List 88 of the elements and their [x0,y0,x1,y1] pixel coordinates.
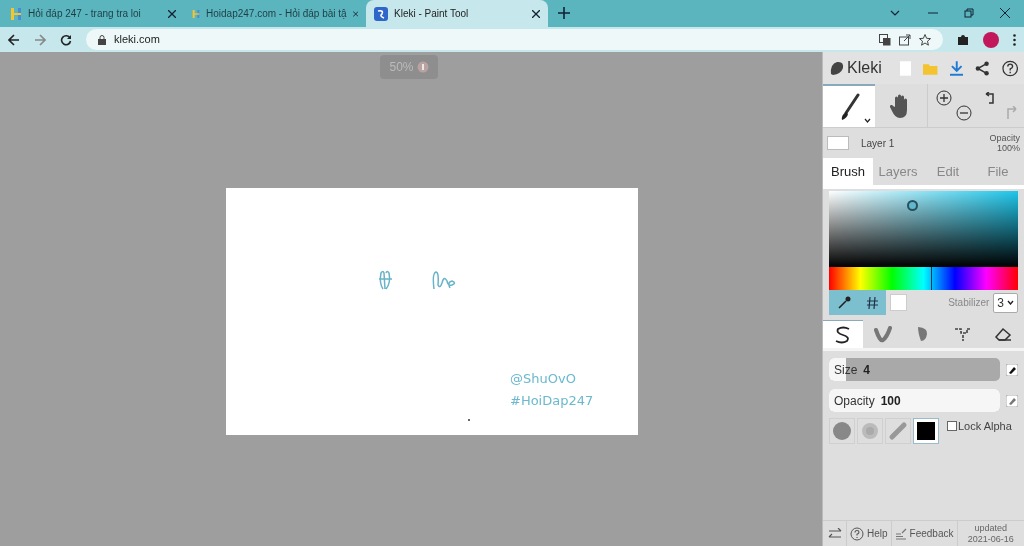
caret-icon [1007,300,1014,305]
swap-icon [827,527,842,540]
tool-button[interactable] [823,84,875,127]
new-tab-icon [558,7,570,19]
caret-icon [864,118,871,123]
zoom-out-icon [956,105,972,121]
slider-label: Size [834,361,858,379]
new-page-icon [899,60,912,76]
reload-icon [60,33,72,46]
brush-button[interactable] [823,320,863,348]
tab-title: Hoidap247.com - Hỏi đáp bài tậ [206,7,347,21]
panel-tab[interactable]: Brush [823,158,873,185]
slider-track[interactable]: Opacity 100 [829,389,1000,412]
slider-track[interactable]: Size 4 [829,358,1000,381]
scribble-drawing [432,269,458,291]
opacity-value: 100% [996,143,1020,153]
translate-icon [879,33,891,46]
close-icon [168,9,176,18]
url-text: kleki.com [114,32,160,48]
hue-marker[interactable] [931,267,933,290]
folder-icon [923,61,938,75]
address-bar[interactable]: kleki.com [86,29,943,50]
profile-avatar[interactable] [983,31,999,48]
more-icon [1013,33,1016,46]
canvas-text: #HoiDap247 [510,392,594,410]
chevron-down-icon [890,10,900,16]
hue-slider[interactable] [829,267,1018,290]
logo-text: Kleki [847,58,882,78]
opacity-label: Opacity [989,133,1020,143]
pen-pressure-icon [1006,394,1018,407]
slider-label: Opacity [834,392,875,410]
minimize-icon [928,12,938,14]
checkbox-label: Lock Alpha [958,419,1012,434]
picker-handle[interactable] [907,200,918,211]
color-swatch[interactable] [890,294,907,311]
slider-value: 100 [880,392,901,410]
circle-tip-icon [832,421,852,441]
logo-icon [374,6,388,21]
close-icon [352,9,358,18]
browser-tab[interactable]: Hoidap247.com - Hỏi đáp bài tậ [184,0,366,27]
back-icon [8,33,20,46]
forward-icon [34,33,46,46]
canvas-text: @ShuOvO [510,370,576,388]
layer-name: Layer 1 [861,136,896,151]
lock-icon [98,34,106,45]
eyedropper-icon [837,295,851,310]
site-icon [10,6,22,21]
close-icon [1000,8,1010,18]
tab-title: Kleki - Paint Tool [394,7,470,21]
download-icon [949,60,964,76]
help-icon [1001,59,1018,77]
share-icon [899,33,911,46]
layer-thumbnail[interactable] [827,136,849,150]
zoom-in-icon [936,90,952,106]
updated-date: 2021-06-16 [967,533,1014,545]
help-button[interactable]: Help [847,521,892,546]
tip-button[interactable] [913,418,939,444]
share-icon [975,60,990,76]
scribble-drawing [377,269,395,291]
blend-brush-icon [874,325,892,343]
soft-tip-icon [860,421,880,441]
pen-pressure-icon [1006,363,1018,376]
color-gradient[interactable] [829,191,1018,267]
feedback-button[interactable]: Feedback [891,521,958,546]
logo-icon [829,60,845,76]
slider-value: 4 [863,361,871,379]
hash-icon [867,296,878,309]
pen-stroke-icon [834,325,852,344]
stabilizer-select[interactable]: 3 [993,292,1018,313]
help-label: Help [867,527,888,541]
help-icon [850,526,864,541]
tab-title: Hỏi đáp 247 - trang tra loi [28,7,142,21]
checkbox[interactable] [947,421,957,432]
feedback-label: Feedback [909,527,954,541]
square-tip-icon [917,422,935,440]
restore-icon [964,8,974,18]
feedback-icon [894,527,907,540]
close-icon [532,9,540,18]
browser-tab[interactable]: Hỏi đáp 247 - trang tra loi [2,0,184,27]
stabilizer-value: 3 [997,294,1004,312]
color-tools[interactable] [829,290,886,315]
stroke-tip-icon [888,421,908,441]
browser-tab[interactable]: Kleki - Paint Tool [366,0,548,27]
stabilizer-label: Stabilizer [948,296,990,310]
star-icon [919,33,931,46]
updated-label: updated [974,522,1007,534]
pixel-brush-icon [953,325,973,343]
eraser-icon [994,326,1012,342]
